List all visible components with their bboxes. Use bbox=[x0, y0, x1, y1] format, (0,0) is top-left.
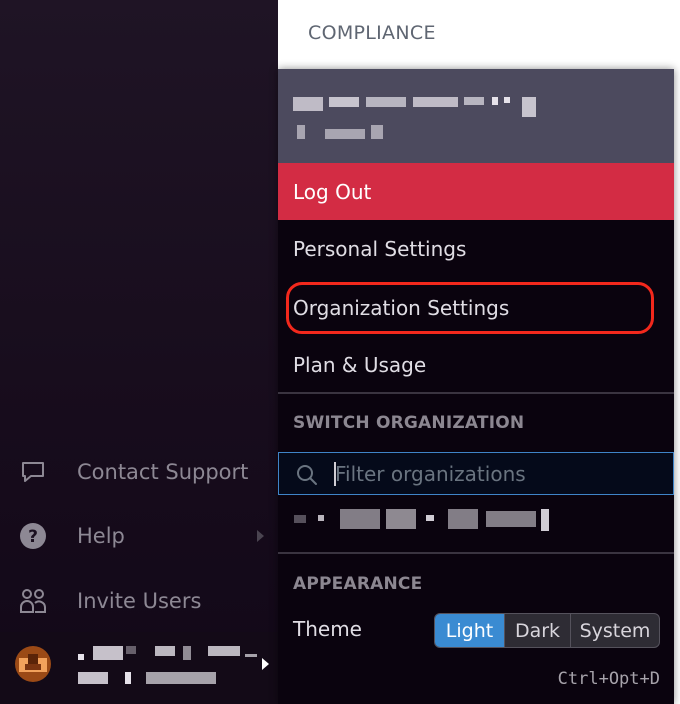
sidebar-item-label: Help bbox=[77, 524, 125, 548]
sidebar-item-contact-support[interactable]: Contact Support bbox=[0, 444, 278, 500]
sidebar-item-help[interactable]: ? Help bbox=[0, 508, 278, 564]
chevron-right-icon bbox=[262, 658, 269, 670]
sidebar-item-label: Invite Users bbox=[77, 589, 202, 613]
theme-option-dark[interactable]: Dark bbox=[504, 614, 570, 647]
theme-shortcut-hint: Ctrl+Opt+D bbox=[557, 669, 660, 689]
menu-item-plan-usage[interactable]: Plan & Usage bbox=[278, 336, 674, 393]
user-dropdown-menu: Log Out Personal Settings Organization S… bbox=[278, 69, 674, 704]
theme-label: Theme bbox=[293, 617, 362, 641]
svg-text:?: ? bbox=[28, 527, 38, 547]
theme-segmented-control: Light Dark System bbox=[434, 613, 660, 648]
appearance-title: APPEARANCE bbox=[293, 574, 423, 594]
avatar bbox=[15, 646, 51, 682]
logout-button[interactable]: Log Out bbox=[278, 163, 674, 220]
chat-bubble-icon bbox=[19, 458, 47, 486]
user-profile-button[interactable] bbox=[0, 632, 278, 704]
switch-organization-title: SWITCH ORGANIZATION bbox=[293, 413, 525, 433]
sidebar-item-invite-users[interactable]: Invite Users bbox=[0, 573, 278, 629]
sidebar-item-label: Contact Support bbox=[77, 460, 249, 484]
organization-list-item[interactable] bbox=[278, 501, 674, 547]
divider bbox=[278, 552, 674, 554]
theme-option-light[interactable]: Light bbox=[435, 614, 504, 647]
divider bbox=[278, 392, 674, 394]
section-heading: COMPLIANCE bbox=[308, 22, 436, 44]
menu-item-organization-settings[interactable]: Organization Settings bbox=[278, 279, 674, 336]
question-circle-icon: ? bbox=[19, 522, 47, 550]
sidebar: Contact Support ? Help Invite Users bbox=[0, 0, 278, 704]
filter-organizations-input[interactable] bbox=[335, 459, 655, 489]
account-header bbox=[278, 69, 674, 163]
search-icon bbox=[295, 463, 319, 491]
filter-organizations-field[interactable] bbox=[278, 452, 674, 495]
users-icon bbox=[19, 587, 47, 615]
chevron-right-icon bbox=[257, 530, 264, 542]
menu-item-personal-settings[interactable]: Personal Settings bbox=[278, 220, 674, 277]
theme-option-system[interactable]: System bbox=[570, 614, 659, 647]
